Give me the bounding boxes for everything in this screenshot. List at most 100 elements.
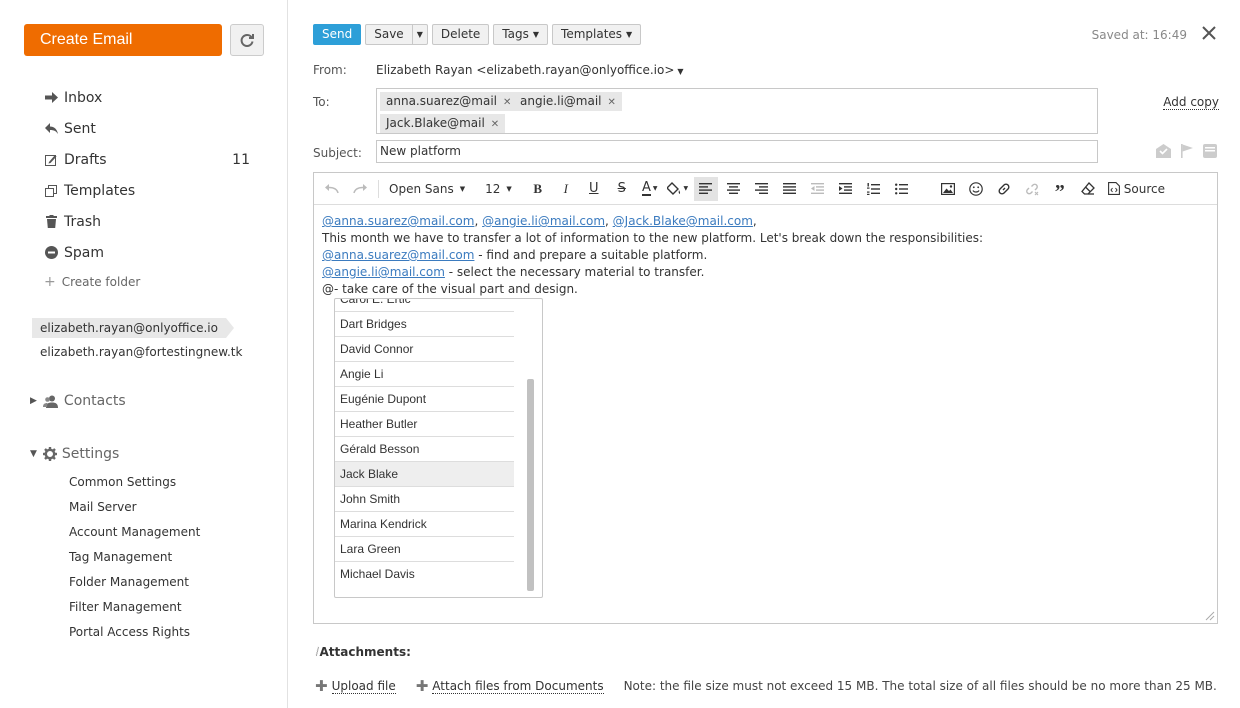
underline-button[interactable]: U [582,177,606,201]
mention-item[interactable]: Eugénie Dupont [335,387,514,412]
mention-item[interactable]: Dart Bridges [335,312,514,337]
settings-item-tag-management[interactable]: Tag Management [69,549,200,574]
redo-button[interactable] [348,177,372,201]
save-button[interactable]: Save [365,24,413,45]
mention-item[interactable]: Marina Kendrick [335,512,514,537]
body-line-3: @anna.suarez@mail.com - find and prepare… [322,247,983,264]
italic-button[interactable]: I [554,177,578,201]
gear-icon [42,447,57,461]
mention-item[interactable]: Angie Li [335,362,514,387]
save-dropdown-button[interactable]: ▼ [412,24,428,45]
mention-item-highlighted[interactable]: Jack Blake [335,462,514,487]
align-left-button[interactable] [693,176,718,201]
mention-item[interactable]: John Smith [335,487,514,512]
recipient-chip[interactable]: Jack.Blake@mail ✕ [380,114,506,133]
emoji-button[interactable] [964,177,988,201]
numbered-list-icon [867,182,881,195]
settings-item-common[interactable]: Common Settings [69,474,200,499]
bullet-list-button[interactable] [890,177,914,201]
compose-toolbar: Send Save ▼ Delete Tags ▼ Templates ▼ [313,24,642,45]
mention-item[interactable]: Carol E. Ertic [335,299,514,312]
remove-icon[interactable]: ✕ [491,119,499,130]
flag-icon[interactable] [1181,144,1193,158]
settings-item-filter-management[interactable]: Filter Management [69,599,200,624]
body-text: - find and prepare a suitable platform. [474,248,708,262]
delete-button[interactable]: Delete [431,24,490,45]
insert-image-button[interactable] [936,177,960,201]
mention-item[interactable]: Heather Butler [335,412,514,437]
mention-item[interactable]: Michael Davis [335,562,514,587]
settings-item-portal-access[interactable]: Portal Access Rights [69,624,200,649]
drafts-count: 11 [232,151,250,168]
templates-button[interactable]: Templates ▼ [552,24,642,45]
attach-documents-link[interactable]: Attach files from Documents [432,679,604,694]
subject-input[interactable]: New platform [376,140,1098,163]
unlink-button[interactable] [1020,177,1044,201]
priority-icon[interactable] [1203,144,1217,158]
chevron-down-icon: ▼ [532,30,540,39]
chevron-down-icon: ▼ [459,184,466,193]
mention-link[interactable]: @anna.suarez@mail.com [322,214,474,228]
recipient-chip[interactable]: anna.suarez@mail ✕ [380,92,518,111]
background-color-button[interactable]: ▼ [666,177,690,201]
folder-trash[interactable]: Trash [44,206,264,237]
chevron-down-icon: ▼ [506,184,512,193]
font-size-select[interactable]: 12 ▼ [481,177,516,201]
font-color-button[interactable]: A ▼ [638,177,662,201]
undo-button[interactable] [320,177,344,201]
folder-sent[interactable]: Sent [44,113,264,144]
source-button[interactable]: Source [1104,177,1169,201]
remove-icon[interactable]: ✕ [608,97,616,108]
outdent-button[interactable] [806,177,830,201]
folder-templates[interactable]: Templates [44,175,264,206]
folder-inbox[interactable]: Inbox [44,82,264,113]
close-button[interactable] [1201,25,1217,41]
send-button[interactable]: Send [313,24,362,45]
subject-icons [1156,144,1217,158]
font-family-select[interactable]: Open Sans ▼ [385,177,469,201]
strikethrough-button[interactable]: S [610,177,634,201]
bold-button[interactable]: B [526,177,550,201]
tags-button[interactable]: Tags ▼ [493,24,549,45]
folder-drafts[interactable]: Drafts 11 [44,144,264,175]
mention-link[interactable]: @anna.suarez@mail.com [322,248,474,262]
folder-spam[interactable]: Spam [44,237,264,268]
remove-icon[interactable]: ✕ [503,97,511,108]
create-folder-link[interactable]: + Create folder [44,274,140,290]
account-fortestingnew[interactable]: elizabeth.rayan@fortestingnew.tk [32,342,250,362]
numbered-list-button[interactable] [862,177,886,201]
align-center-button[interactable] [722,177,746,201]
message-body[interactable]: @anna.suarez@mail.com, @angie.li@mail.co… [322,213,983,298]
mention-scrollbar[interactable] [527,379,534,591]
account-onlyoffice[interactable]: elizabeth.rayan@onlyoffice.io [32,318,234,338]
separator-text: , [605,214,613,228]
recipient-chip[interactable]: angie.li@mail ✕ [514,92,622,111]
settings-section[interactable]: ▼ Settings [30,446,119,462]
mention-link[interactable]: @Jack.Blake@mail.com [613,214,753,228]
insert-link-button[interactable] [992,177,1016,201]
to-field[interactable]: anna.suarez@mail ✕ angie.li@mail ✕ Jack.Bl… [376,88,1098,134]
mention-item[interactable]: Gérald Besson [335,437,514,462]
settings-item-mail-server[interactable]: Mail Server [69,499,200,524]
read-receipt-icon[interactable] [1156,144,1171,158]
create-email-button[interactable]: Create Email [24,24,222,56]
align-right-button[interactable] [750,177,774,201]
add-copy-link[interactable]: Add copy [1163,95,1219,110]
mention-link[interactable]: @angie.li@mail.com [482,214,605,228]
resize-handle-icon[interactable] [1205,611,1215,621]
justify-button[interactable] [778,177,802,201]
clear-format-button[interactable] [1076,177,1100,201]
upload-file-link[interactable]: Upload file [331,679,396,694]
source-label: Source [1123,181,1165,196]
from-select[interactable]: Elizabeth Rayan <elizabeth.rayan@onlyoff… [376,63,684,77]
mention-link[interactable]: @angie.li@mail.com [322,265,445,279]
blockquote-button[interactable]: ” [1048,177,1072,202]
settings-item-account-management[interactable]: Account Management [69,524,200,549]
settings-item-folder-management[interactable]: Folder Management [69,574,200,599]
refresh-button[interactable] [230,24,264,56]
mention-item[interactable]: David Connor [335,337,514,362]
mention-item[interactable]: Lara Green [335,537,514,562]
paint-bucket-icon [667,182,681,195]
indent-button[interactable] [834,177,858,201]
contacts-section[interactable]: ▶ Contacts [30,393,126,409]
